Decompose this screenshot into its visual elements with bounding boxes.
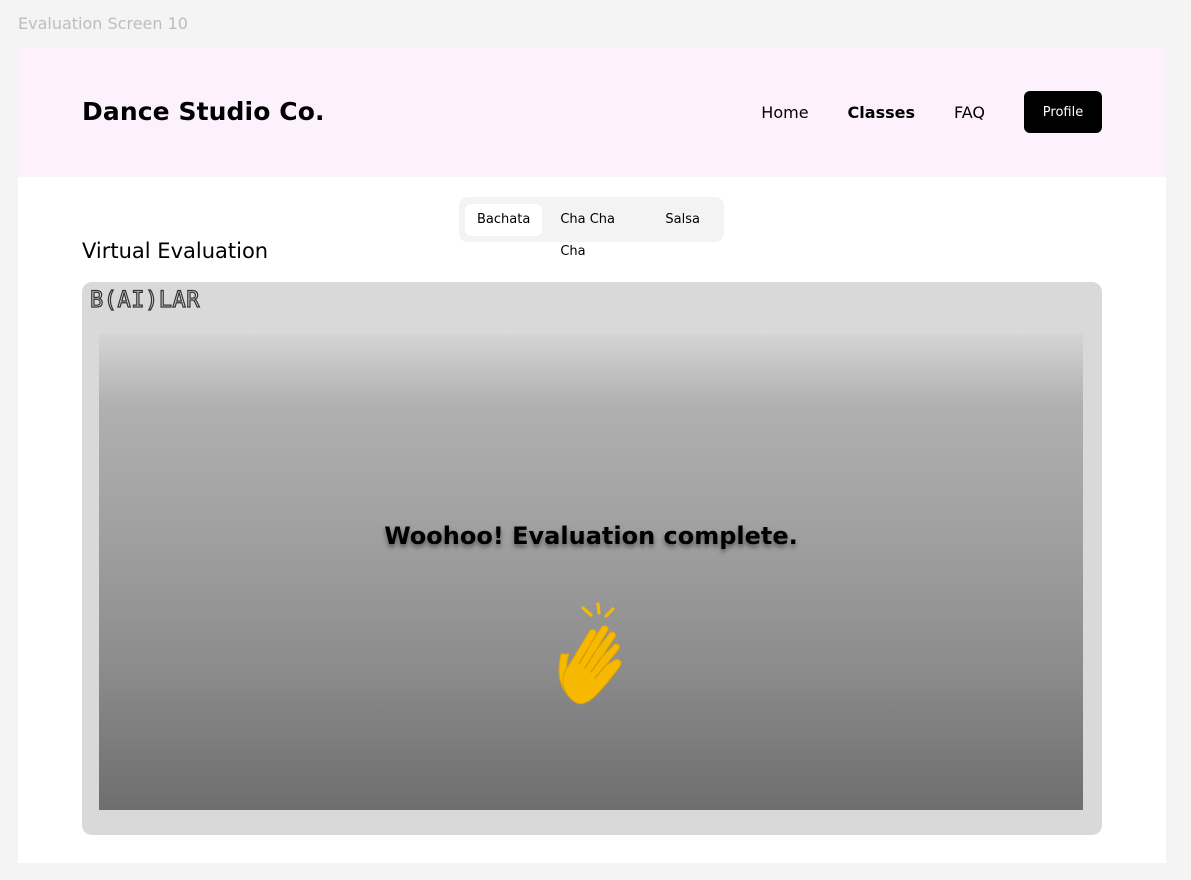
site-header: Dance Studio Co. Home Classes FAQ Profil… [18,47,1166,177]
section-title: Virtual Evaluation [82,239,269,263]
profile-button[interactable]: Profile [1024,91,1102,133]
completion-message: Woohoo! Evaluation complete. [384,522,798,550]
brand-logo[interactable]: Dance Studio Co. [82,97,325,126]
tab-salsa[interactable]: Salsa [653,204,712,236]
evaluation-panel: B(AI)LAR Woohoo! Evaluation complete. [82,282,1102,835]
main-nav: Home Classes FAQ Profile [722,91,1102,133]
video-area: Woohoo! Evaluation complete. [99,334,1083,810]
canvas-label: Evaluation Screen 10 [18,14,188,33]
tab-cha-cha-cha[interactable]: Cha Cha Cha [548,204,647,259]
tab-bachata[interactable]: Bachata [465,203,543,236]
nav-classes[interactable]: Classes [848,103,915,122]
evaluation-screen: Dance Studio Co. Home Classes FAQ Profil… [18,47,1166,863]
dance-style-tabs: Bachata Cha Cha Cha Salsa [459,197,724,259]
bailar-logo: B(AI)LAR [89,287,200,313]
clapping-hands-icon [558,602,622,705]
nav-faq[interactable]: FAQ [954,103,985,122]
nav-home[interactable]: Home [761,103,808,122]
